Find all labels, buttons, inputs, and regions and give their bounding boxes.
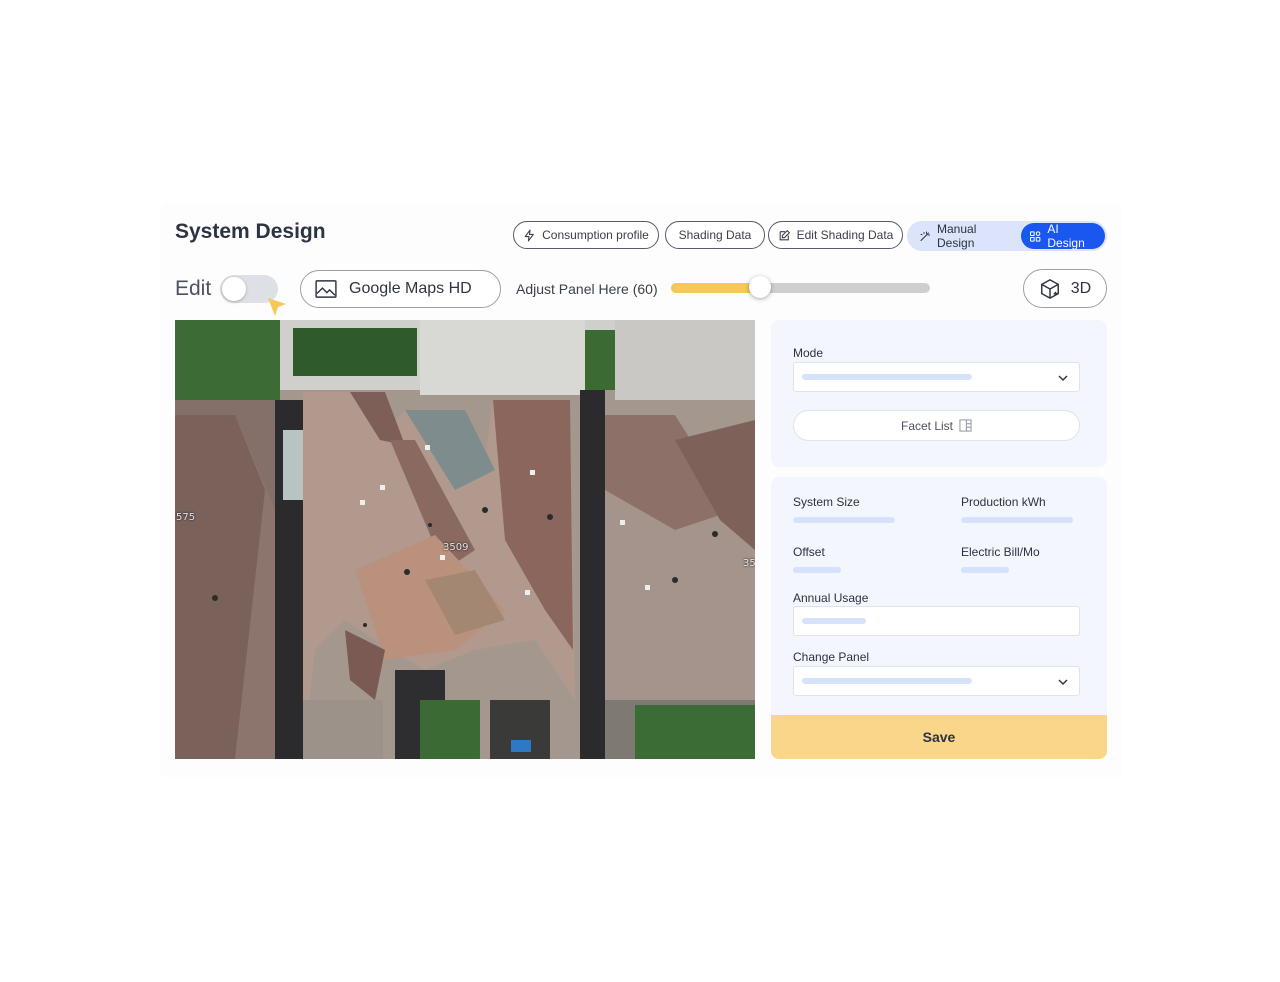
grid-icon <box>1030 230 1041 242</box>
shading-data-button[interactable]: Shading Data <box>665 221 765 249</box>
offset-value <box>793 567 841 573</box>
electric-bill-value <box>961 567 1009 573</box>
chevron-down-icon <box>1058 375 1068 381</box>
annual-usage-input[interactable] <box>793 606 1080 636</box>
change-panel-select[interactable] <box>793 666 1080 696</box>
slider-fill <box>671 283 760 293</box>
view-3d-label: 3D <box>1070 279 1092 297</box>
mode-select-placeholder <box>802 374 972 380</box>
cube-icon <box>1040 278 1059 299</box>
offset-label: Offset <box>793 545 825 559</box>
save-button[interactable]: Save <box>771 715 1107 759</box>
shading-data-label: Shading Data <box>678 228 752 242</box>
system-stats-panel: System Size Production kWh Offset Electr… <box>771 477 1107 759</box>
production-label: Production kWh <box>961 495 1046 509</box>
system-size-label: System Size <box>793 495 860 509</box>
consumption-profile-button[interactable]: Consumption profile <box>513 221 659 249</box>
view-3d-button[interactable]: 3D <box>1023 269 1107 308</box>
slider-thumb[interactable] <box>748 276 771 298</box>
edit-icon <box>779 229 790 240</box>
panel-count-slider[interactable] <box>671 276 930 298</box>
toggle-knob <box>222 277 246 301</box>
edit-shading-data-label: Edit Shading Data <box>796 228 894 242</box>
map-source-label: Google Maps HD <box>349 280 472 297</box>
change-panel-placeholder <box>802 678 972 684</box>
production-value <box>961 517 1073 523</box>
facet-list-label: Facet List <box>900 418 954 433</box>
annual-usage-label: Annual Usage <box>793 591 869 605</box>
map-label-575: 575 <box>176 512 196 523</box>
annual-usage-placeholder <box>802 618 866 624</box>
ai-design-button[interactable]: AI Design <box>1021 222 1105 250</box>
facet-list-button[interactable]: Facet List <box>793 410 1080 441</box>
edit-shading-data-button[interactable]: Edit Shading Data <box>768 221 903 249</box>
lightning-icon <box>524 229 534 241</box>
mode-select[interactable] <box>793 362 1080 392</box>
satellite-map[interactable]: 575 3509 35 <box>175 320 755 759</box>
panel-layout-icon <box>959 419 972 432</box>
design-mode-toggle: Manual Design AI Design <box>907 221 1107 251</box>
manual-design-button[interactable]: Manual Design <box>911 222 1019 250</box>
change-panel-label: Change Panel <box>793 650 870 664</box>
satellite-roof-image <box>175 320 755 759</box>
map-label-3509: 3509 <box>443 542 469 553</box>
magic-wand-icon <box>920 230 931 241</box>
mode-label: Mode <box>793 346 824 360</box>
ai-design-label: AI Design <box>1047 222 1085 250</box>
mode-panel: Mode Facet List <box>771 320 1107 467</box>
map-label-35: 35 <box>743 558 755 569</box>
chevron-down-icon <box>1058 679 1068 685</box>
adjust-panel-label: Adjust Panel Here (60) <box>516 281 658 297</box>
consumption-profile-label: Consumption profile <box>542 228 649 242</box>
manual-design-label: Manual Design <box>937 222 977 250</box>
map-source-button[interactable]: Google Maps HD <box>300 270 501 308</box>
system-size-value <box>793 517 895 523</box>
page-title: System Design <box>175 220 326 243</box>
edit-label: Edit <box>175 277 212 300</box>
image-icon <box>315 280 337 298</box>
pointer-cursor-icon <box>268 298 286 316</box>
electric-bill-label: Electric Bill/Mo <box>961 545 1040 559</box>
